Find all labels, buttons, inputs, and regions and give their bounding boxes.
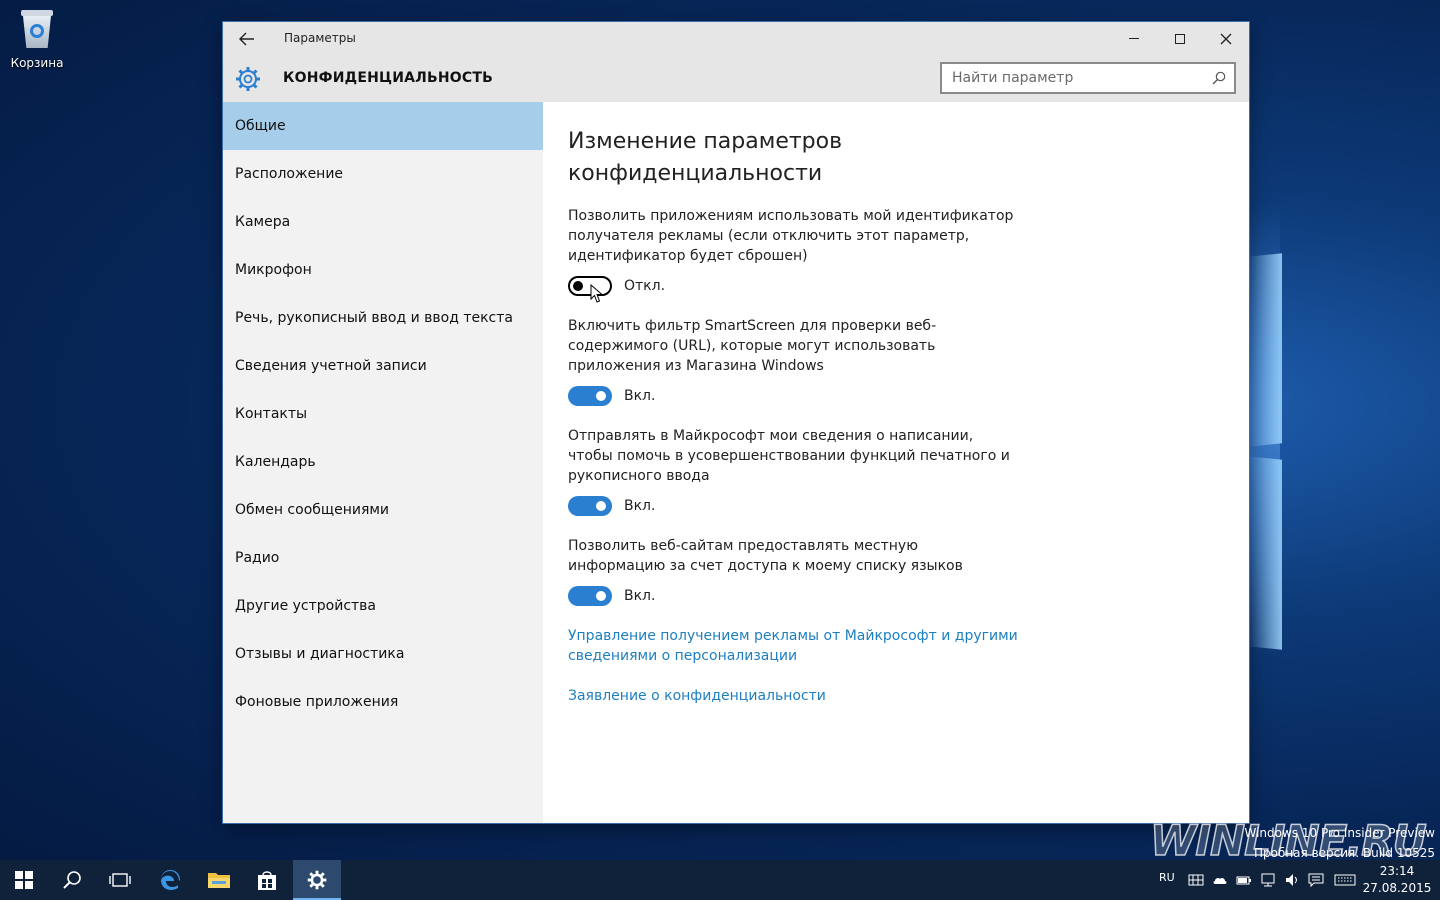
toggle-state-label: Откл.: [624, 278, 666, 294]
edge-browser-button[interactable]: [146, 860, 194, 900]
maximize-icon: [1175, 33, 1185, 44]
recycle-bin-label: Корзина: [10, 56, 64, 70]
sidebar-item-general[interactable]: Общие: [223, 102, 543, 150]
build-info-edition: Windows 10 Pro Insider Preview: [1244, 826, 1435, 840]
app-title: Параметры: [284, 31, 356, 45]
sidebar-item-location[interactable]: Расположение: [223, 150, 543, 198]
volume-icon[interactable]: [1284, 872, 1300, 888]
desktop-light-beam-lower: [1248, 456, 1282, 650]
language-indicator[interactable]: RU: [1159, 871, 1175, 884]
search-box[interactable]: [940, 62, 1236, 94]
setting-language-list: Позволить веб-сайтам предоставлять местн…: [568, 536, 1018, 606]
store-bag-icon: [258, 871, 276, 890]
arrow-left-icon: [239, 32, 254, 46]
close-button[interactable]: [1203, 22, 1249, 56]
edge-browser-icon: [161, 870, 180, 890]
sidebar-item-calendar[interactable]: Календарь: [223, 438, 543, 486]
search-input[interactable]: [942, 64, 1202, 92]
build-info-number: Пробная версия. Build 10525: [1253, 846, 1435, 860]
setting-typing-info: Отправлять в Майкрософт мои сведения о н…: [568, 426, 1018, 516]
back-button[interactable]: [235, 28, 259, 50]
sidebar-item-feedback-diagnostics[interactable]: Отзывы и диагностика: [223, 630, 543, 678]
mouse-cursor-icon: [590, 284, 604, 303]
sidebar-item-account-info[interactable]: Сведения учетной записи: [223, 342, 543, 390]
search-icon[interactable]: [1212, 71, 1226, 85]
start-button[interactable]: [0, 860, 48, 900]
touch-keyboard-icon[interactable]: [1334, 872, 1356, 888]
sidebar-nav: Общие Расположение Камера Микрофон Речь,…: [223, 102, 543, 823]
maximize-button[interactable]: [1157, 22, 1203, 56]
sidebar-item-radios[interactable]: Радио: [223, 534, 543, 582]
close-icon: [1220, 33, 1232, 45]
desktop-icon-recycle-bin[interactable]: Корзина: [8, 8, 66, 70]
network-icon[interactable]: [1260, 872, 1276, 888]
sidebar-item-camera[interactable]: Камера: [223, 198, 543, 246]
gear-icon: [307, 870, 327, 890]
page-header: КОНФИДЕНЦИАЛЬНОСТЬ: [223, 56, 1249, 102]
minimize-button[interactable]: [1111, 22, 1157, 56]
action-center-icon[interactable]: [1308, 872, 1324, 888]
file-explorer-button[interactable]: [194, 860, 242, 900]
minimize-icon: [1129, 38, 1139, 39]
language-list-toggle[interactable]: [568, 586, 612, 606]
typing-info-toggle[interactable]: [568, 496, 612, 516]
recycle-bin-icon: [19, 8, 55, 50]
privacy-statement-link[interactable]: Заявление о конфиденциальности: [568, 686, 1018, 706]
sidebar-item-microphone[interactable]: Микрофон: [223, 246, 543, 294]
clock-time[interactable]: 23:14: [1362, 864, 1432, 878]
sidebar-item-background-apps[interactable]: Фоновые приложения: [223, 678, 543, 726]
setting-description: Позволить веб-сайтам предоставлять местн…: [568, 538, 963, 574]
setting-advertising-id: Позволить приложениям использовать мой и…: [568, 206, 1018, 303]
smartscreen-toggle[interactable]: [568, 386, 612, 406]
store-button[interactable]: [243, 860, 291, 900]
task-view-icon: [109, 873, 131, 887]
folder-icon: [208, 873, 230, 888]
gear-icon: [236, 67, 260, 91]
clock-date[interactable]: 27.08.2015: [1362, 881, 1432, 895]
search-icon: [63, 871, 81, 889]
toggle-state-label: Вкл.: [624, 588, 656, 604]
keyboard-grid-icon[interactable]: [1188, 872, 1204, 888]
section-title: КОНФИДЕНЦИАЛЬНОСТЬ: [283, 70, 493, 86]
settings-window: Параметры КОНФИДЕНЦИАЛЬНОСТЬ Найти парам…: [223, 22, 1249, 823]
manage-ads-link[interactable]: Управление получением рекламы от Майкрос…: [568, 626, 1018, 666]
sidebar-item-contacts[interactable]: Контакты: [223, 390, 543, 438]
page-title: Изменение параметров конфиденциальности: [568, 129, 843, 186]
taskbar: RU 23:14 27.08.2015: [0, 860, 1440, 900]
sidebar-item-messaging[interactable]: Обмен сообщениями: [223, 486, 543, 534]
sidebar-item-speech-inking-typing[interactable]: Речь, рукописный ввод и ввод текста: [223, 294, 543, 342]
search-taskbar-button[interactable]: [48, 860, 96, 900]
onedrive-cloud-icon[interactable]: [1212, 872, 1228, 888]
toggle-state-label: Вкл.: [624, 388, 656, 404]
desktop-light-beam-upper: [1248, 253, 1282, 447]
windows-logo-icon: [15, 871, 33, 889]
setting-smartscreen: Включить фильтр SmartScreen для проверки…: [568, 316, 1018, 406]
setting-description: Позволить приложениям использовать мой и…: [568, 208, 1014, 264]
setting-description: Отправлять в Майкрософт мои сведения о н…: [568, 428, 1010, 484]
task-view-button[interactable]: [96, 860, 144, 900]
settings-content: Изменение параметров конфиденциальности …: [543, 102, 1249, 823]
toggle-state-label: Вкл.: [624, 498, 656, 514]
title-bar[interactable]: Параметры: [223, 22, 1249, 56]
battery-icon[interactable]: [1236, 872, 1252, 888]
sidebar-item-other-devices[interactable]: Другие устройства: [223, 582, 543, 630]
setting-description: Включить фильтр SmartScreen для проверки…: [568, 318, 937, 374]
settings-taskbar-button[interactable]: [293, 860, 341, 900]
